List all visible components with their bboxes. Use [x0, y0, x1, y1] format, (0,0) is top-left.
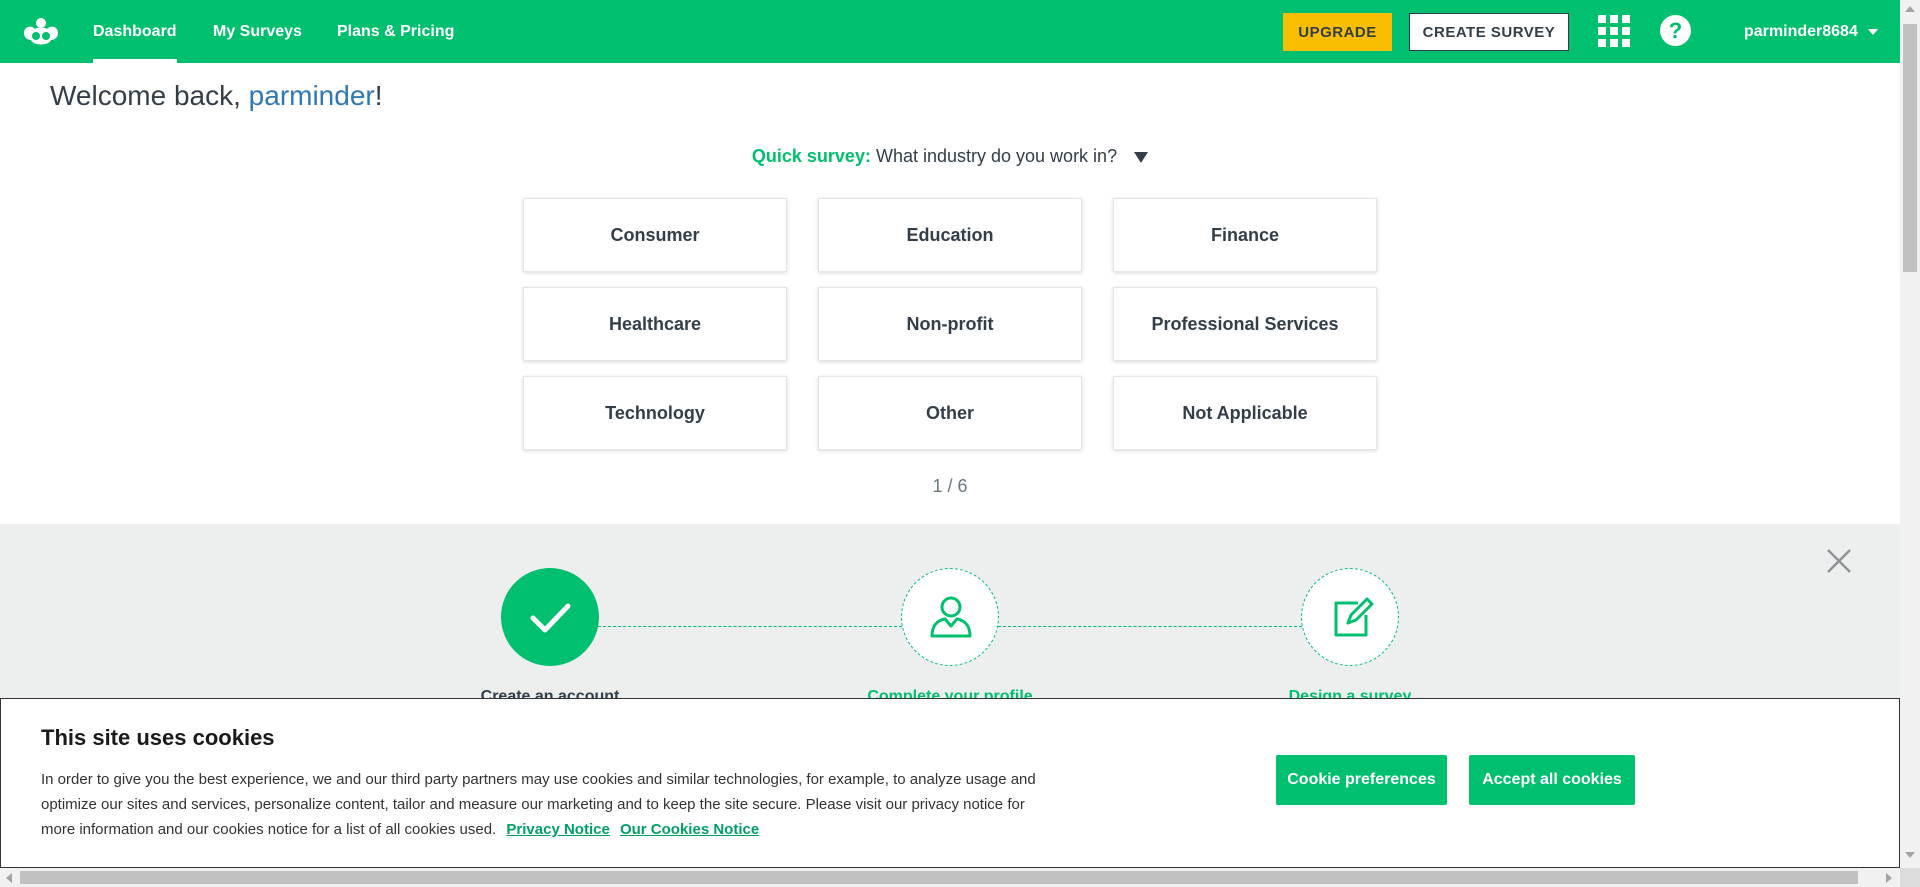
scrollbar-corner — [1900, 868, 1920, 887]
scroll-up-icon[interactable] — [1905, 6, 1915, 12]
close-icon[interactable] — [1823, 545, 1855, 577]
user-icon — [930, 596, 972, 638]
cookies-notice-link[interactable]: Our Cookies Notice — [620, 821, 759, 838]
option-healthcare[interactable]: Healthcare — [523, 287, 787, 361]
vertical-scroll-thumb[interactable] — [1903, 24, 1917, 272]
surveymonkey-logo-icon[interactable] — [18, 13, 64, 49]
step-create-account — [501, 568, 599, 666]
welcome-heading: Welcome back, parminder! — [50, 80, 383, 112]
option-technology[interactable]: Technology — [523, 376, 787, 450]
cookie-preferences-button[interactable]: Cookie preferences — [1276, 755, 1447, 805]
horizontal-scrollbar[interactable] — [0, 868, 1900, 887]
cookie-text: In order to give you the best experience… — [41, 767, 1061, 842]
cookie-banner: This site uses cookies In order to give … — [0, 698, 1900, 868]
help-icon[interactable]: ? — [1660, 15, 1691, 46]
top-navbar: Dashboard My Surveys Plans & Pricing UPG… — [0, 0, 1900, 63]
quick-survey-question: What industry do you work in? — [875, 146, 1118, 166]
accept-all-cookies-button[interactable]: Accept all cookies — [1469, 755, 1635, 805]
welcome-name: parminder — [248, 80, 375, 111]
welcome-prefix: Welcome back, — [50, 80, 249, 111]
option-consumer[interactable]: Consumer — [523, 198, 787, 272]
step-connector — [998, 626, 1302, 627]
caret-down-icon — [1867, 28, 1878, 35]
step-connector — [598, 626, 902, 627]
quick-survey-pager: 1 / 6 — [932, 476, 968, 496]
username-label: parminder8684 — [1744, 23, 1858, 40]
caret-down-icon[interactable] — [1134, 151, 1149, 163]
nav-plans-pricing[interactable]: Plans & Pricing — [337, 0, 454, 63]
step-design-survey[interactable] — [1301, 568, 1399, 666]
horizontal-scroll-thumb[interactable] — [20, 871, 1858, 884]
vertical-scrollbar[interactable] — [1900, 0, 1920, 868]
scroll-left-icon[interactable] — [6, 873, 12, 883]
quick-survey-label: Quick survey: — [751, 146, 871, 166]
privacy-notice-link[interactable]: Privacy Notice — [506, 821, 609, 838]
upgrade-button[interactable]: UPGRADE — [1283, 13, 1392, 51]
create-survey-button[interactable]: CREATE SURVEY — [1409, 13, 1569, 51]
option-professional-services[interactable]: Professional Services — [1113, 287, 1377, 361]
option-finance[interactable]: Finance — [1113, 198, 1377, 272]
user-menu[interactable]: parminder8684 — [1744, 0, 1878, 63]
nav-dashboard[interactable]: Dashboard — [93, 0, 177, 63]
nav-my-surveys[interactable]: My Surveys — [213, 0, 302, 63]
cookie-title: This site uses cookies — [41, 725, 275, 750]
welcome-suffix: ! — [374, 80, 383, 111]
edit-icon — [1334, 597, 1374, 637]
option-other[interactable]: Other — [818, 376, 1082, 450]
option-non-profit[interactable]: Non-profit — [818, 287, 1082, 361]
scroll-right-icon[interactable] — [1886, 873, 1892, 883]
option-not-applicable[interactable]: Not Applicable — [1113, 376, 1377, 450]
scroll-down-icon[interactable] — [1905, 852, 1915, 858]
quick-survey-header: Quick survey: What industry do you work … — [0, 146, 1900, 167]
check-icon — [530, 603, 571, 633]
step-complete-profile[interactable] — [901, 568, 999, 666]
apps-grid-icon[interactable] — [1598, 15, 1630, 47]
option-education[interactable]: Education — [818, 198, 1082, 272]
